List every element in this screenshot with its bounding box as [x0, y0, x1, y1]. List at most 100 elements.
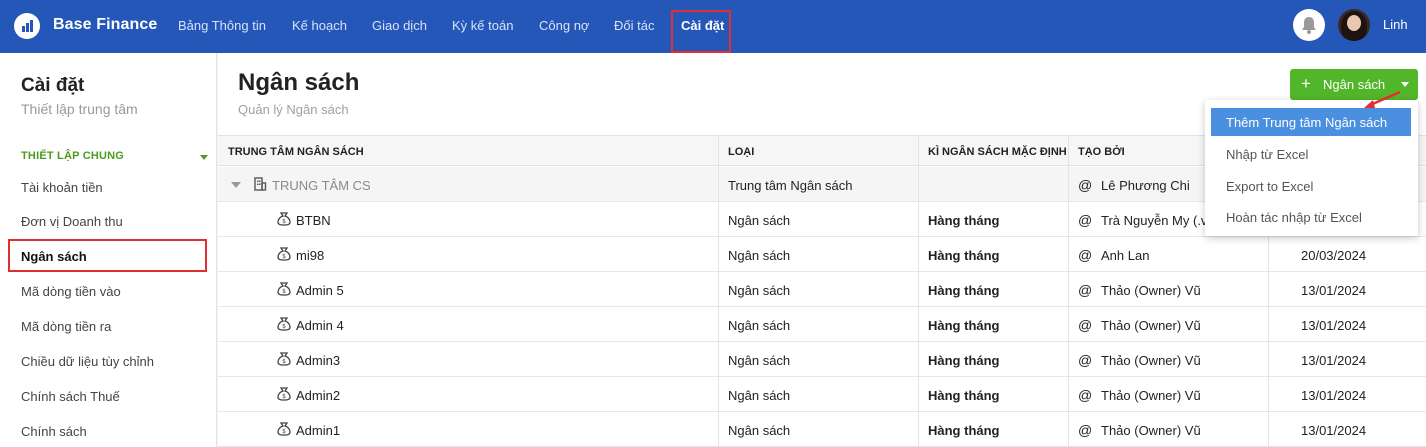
at-icon: @	[1078, 247, 1093, 263]
column-divider	[718, 135, 719, 447]
row-period: Hàng tháng	[928, 423, 1000, 438]
svg-text:$: $	[282, 288, 286, 295]
menu-item-undo-import[interactable]: Hoàn tác nhập từ Excel	[1226, 210, 1362, 225]
svg-text:$: $	[282, 358, 286, 365]
nav-item-settings[interactable]: Cài đặt	[671, 10, 731, 53]
menu-item-export-excel[interactable]: Export to Excel	[1226, 179, 1313, 194]
row-name: mi98	[296, 248, 325, 263]
page-title: Ngân sách	[238, 69, 360, 96]
plus-icon: +	[1301, 74, 1311, 93]
table-row[interactable]: $ Admin2 Ngân sách Hàng tháng @ Thảo (Ow…	[218, 377, 1426, 412]
nav-item-accounting-period[interactable]: Kỳ kế toán	[452, 18, 513, 33]
column-divider	[918, 135, 919, 447]
nav-item-plan[interactable]: Kế hoạch	[292, 18, 347, 33]
row-name: Admin1	[296, 423, 341, 438]
menu-item-add-budget-center[interactable]: Thêm Trung tâm Ngân sách	[1211, 108, 1411, 136]
table-row[interactable]: $ mi98 Ngân sách Hàng tháng @ Anh Lan 20…	[218, 237, 1426, 272]
svg-text:$: $	[282, 253, 286, 260]
row-creator: Thảo (Owner) Vũ	[1101, 353, 1201, 368]
nav-item-debts[interactable]: Công nợ	[539, 18, 589, 33]
at-icon: @	[1078, 352, 1093, 368]
group-creator: Lê Phương Chi	[1101, 178, 1190, 193]
brand-name[interactable]: Base Finance	[53, 16, 157, 34]
at-icon: @	[1078, 317, 1093, 333]
group-name: TRUNG TÂM CS	[272, 178, 371, 193]
row-creator: Thảo (Owner) Vũ	[1101, 388, 1201, 403]
sidebar-item-tax-policy[interactable]: Chính sách Thuế	[21, 389, 120, 404]
row-period: Hàng tháng	[928, 248, 1000, 263]
row-name: Admin 4	[296, 318, 344, 333]
column-header-budget-center[interactable]: TRUNG TÂM NGÂN SÁCH	[228, 146, 364, 158]
table-row[interactable]: $ Admin3 Ngân sách Hàng tháng @ Thảo (Ow…	[218, 342, 1426, 377]
nav-item-partners[interactable]: Đối tác	[614, 18, 654, 33]
caret-down-icon	[1401, 82, 1409, 87]
svg-text:$: $	[282, 428, 286, 435]
row-type: Ngân sách	[728, 423, 791, 438]
sidebar-subtitle: Thiết lập trung tâm	[21, 101, 138, 117]
user-name[interactable]: Linh	[1383, 17, 1408, 32]
nav-item-transactions[interactable]: Giao dịch	[372, 18, 427, 33]
nav-item-settings-label: Cài đặt	[681, 18, 725, 33]
at-icon: @	[1078, 212, 1093, 228]
sidebar-item-cash-in-codes[interactable]: Mã dòng tiền vào	[21, 284, 121, 299]
table-row[interactable]: $ Admin 5 Ngân sách Hàng tháng @ Thảo (O…	[218, 272, 1426, 307]
row-date: 13/01/2024	[1301, 283, 1367, 298]
row-type: Ngân sách	[728, 353, 791, 368]
row-period: Hàng tháng	[928, 388, 1000, 403]
bell-icon	[1302, 17, 1316, 34]
sidebar-section-general[interactable]: THIẾT LẬP CHUNG	[21, 150, 124, 162]
sidebar-item-revenue-units[interactable]: Đơn vị Doanh thu	[21, 214, 123, 229]
row-creator: Thảo (Owner) Vũ	[1101, 318, 1201, 333]
row-creator: Anh Lan	[1101, 248, 1150, 263]
menu-item-add-budget-center-label: Thêm Trung tâm Ngân sách	[1226, 115, 1388, 130]
column-header-default-period[interactable]: KÌ NGÂN SÁCH MẶC ĐỊNH	[928, 146, 1067, 158]
sidebar-item-budget-label: Ngân sách	[21, 249, 87, 264]
sidebar-title: Cài đặt	[21, 75, 85, 96]
logo-icon[interactable]	[14, 13, 40, 39]
row-date: 20/03/2024	[1301, 248, 1367, 263]
caret-down-icon[interactable]	[200, 155, 208, 160]
row-period: Hàng tháng	[928, 353, 1000, 368]
at-icon: @	[1078, 387, 1093, 403]
money-bag-icon: $	[277, 212, 291, 226]
row-name: Admin3	[296, 353, 341, 368]
money-bag-icon: $	[277, 247, 291, 261]
row-type: Ngân sách	[728, 283, 791, 298]
column-divider	[1068, 135, 1069, 447]
row-name: BTBN	[296, 213, 331, 228]
sidebar-item-policy[interactable]: Chính sách	[21, 424, 87, 439]
sidebar-item-budget[interactable]: Ngân sách	[8, 239, 207, 272]
row-date: 13/01/2024	[1301, 423, 1367, 438]
svg-text:$: $	[282, 323, 286, 330]
sidebar-item-cash-out-codes[interactable]: Mã dòng tiền ra	[21, 319, 111, 334]
column-header-type[interactable]: LOẠI	[728, 146, 754, 158]
sidebar-item-cash-accounts[interactable]: Tài khoản tiền	[21, 180, 103, 195]
row-date: 13/01/2024	[1301, 318, 1367, 333]
money-bag-icon: $	[277, 387, 291, 401]
row-type: Ngân sách	[728, 248, 791, 263]
money-bag-icon: $	[277, 282, 291, 296]
top-navbar: Base Finance Bảng Thông tin Kế hoạch Gia…	[0, 0, 1426, 53]
settings-sidebar: Cài đặt Thiết lập trung tâm THIẾT LẬP CH…	[0, 53, 217, 447]
money-bag-icon: $	[277, 422, 291, 436]
table-row[interactable]: $ Admin1 Ngân sách Hàng tháng @ Thảo (Ow…	[218, 412, 1426, 447]
money-bag-icon: $	[277, 352, 291, 366]
column-header-created-by[interactable]: TẠO BỞI	[1078, 146, 1125, 158]
avatar[interactable]	[1338, 9, 1370, 41]
row-creator: Trà Nguyễn My (.v	[1101, 213, 1208, 228]
annotation-arrow-icon	[1364, 90, 1401, 108]
nav-item-dashboard[interactable]: Bảng Thông tin	[178, 18, 266, 33]
notification-button[interactable]	[1293, 9, 1325, 41]
row-creator: Thảo (Owner) Vũ	[1101, 283, 1201, 298]
table-row[interactable]: $ Admin 4 Ngân sách Hàng tháng @ Thảo (O…	[218, 307, 1426, 342]
add-budget-dropdown-menu: Thêm Trung tâm Ngân sách Nhập từ Excel E…	[1205, 100, 1418, 236]
at-icon: @	[1078, 282, 1093, 298]
sidebar-item-custom-dimensions[interactable]: Chiều dữ liệu tùy chỉnh	[21, 354, 154, 369]
row-period: Hàng tháng	[928, 283, 1000, 298]
building-icon	[254, 177, 267, 191]
row-date: 13/01/2024	[1301, 353, 1367, 368]
menu-item-import-excel[interactable]: Nhập từ Excel	[1226, 147, 1308, 162]
at-icon: @	[1078, 422, 1093, 438]
caret-down-icon[interactable]	[231, 182, 241, 188]
row-type: Ngân sách	[728, 388, 791, 403]
